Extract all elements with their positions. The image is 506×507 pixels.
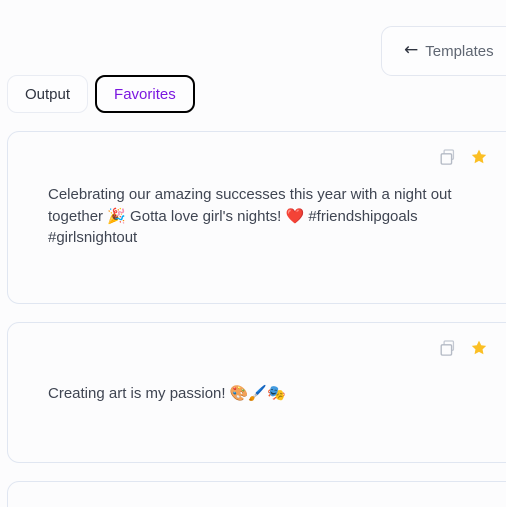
list-item[interactable]: Creating art is my passion! 🎨🖌️🎭: [7, 322, 506, 463]
list-item[interactable]: [7, 481, 506, 507]
favorites-panel: ← Templates Output Favorites Celebrating…: [0, 0, 506, 507]
tab-output[interactable]: Output: [7, 75, 89, 113]
star-icon[interactable]: [468, 146, 490, 168]
card-actions: [436, 146, 490, 168]
templates-button-label: Templates: [425, 42, 494, 60]
tab-favorites-label: Favorites: [114, 85, 176, 103]
card-text: Celebrating our amazing successes this y…: [48, 186, 452, 246]
tab-bar: Output Favorites: [7, 75, 195, 113]
list-item[interactable]: Celebrating our amazing successes this y…: [7, 131, 506, 304]
arrow-left-icon: ←: [404, 40, 419, 60]
top-bar: ← Templates: [0, 0, 506, 76]
favorites-list: Celebrating our amazing successes this y…: [7, 131, 506, 507]
card-text: Creating art is my passion! 🎨🖌️🎭: [48, 385, 286, 402]
card-actions: [436, 337, 490, 359]
copy-icon[interactable]: [436, 337, 458, 359]
star-icon[interactable]: [468, 337, 490, 359]
templates-back-button[interactable]: ← Templates: [381, 26, 506, 76]
copy-icon[interactable]: [436, 146, 458, 168]
tab-favorites[interactable]: Favorites: [95, 75, 195, 113]
tab-output-label: Output: [25, 85, 71, 103]
